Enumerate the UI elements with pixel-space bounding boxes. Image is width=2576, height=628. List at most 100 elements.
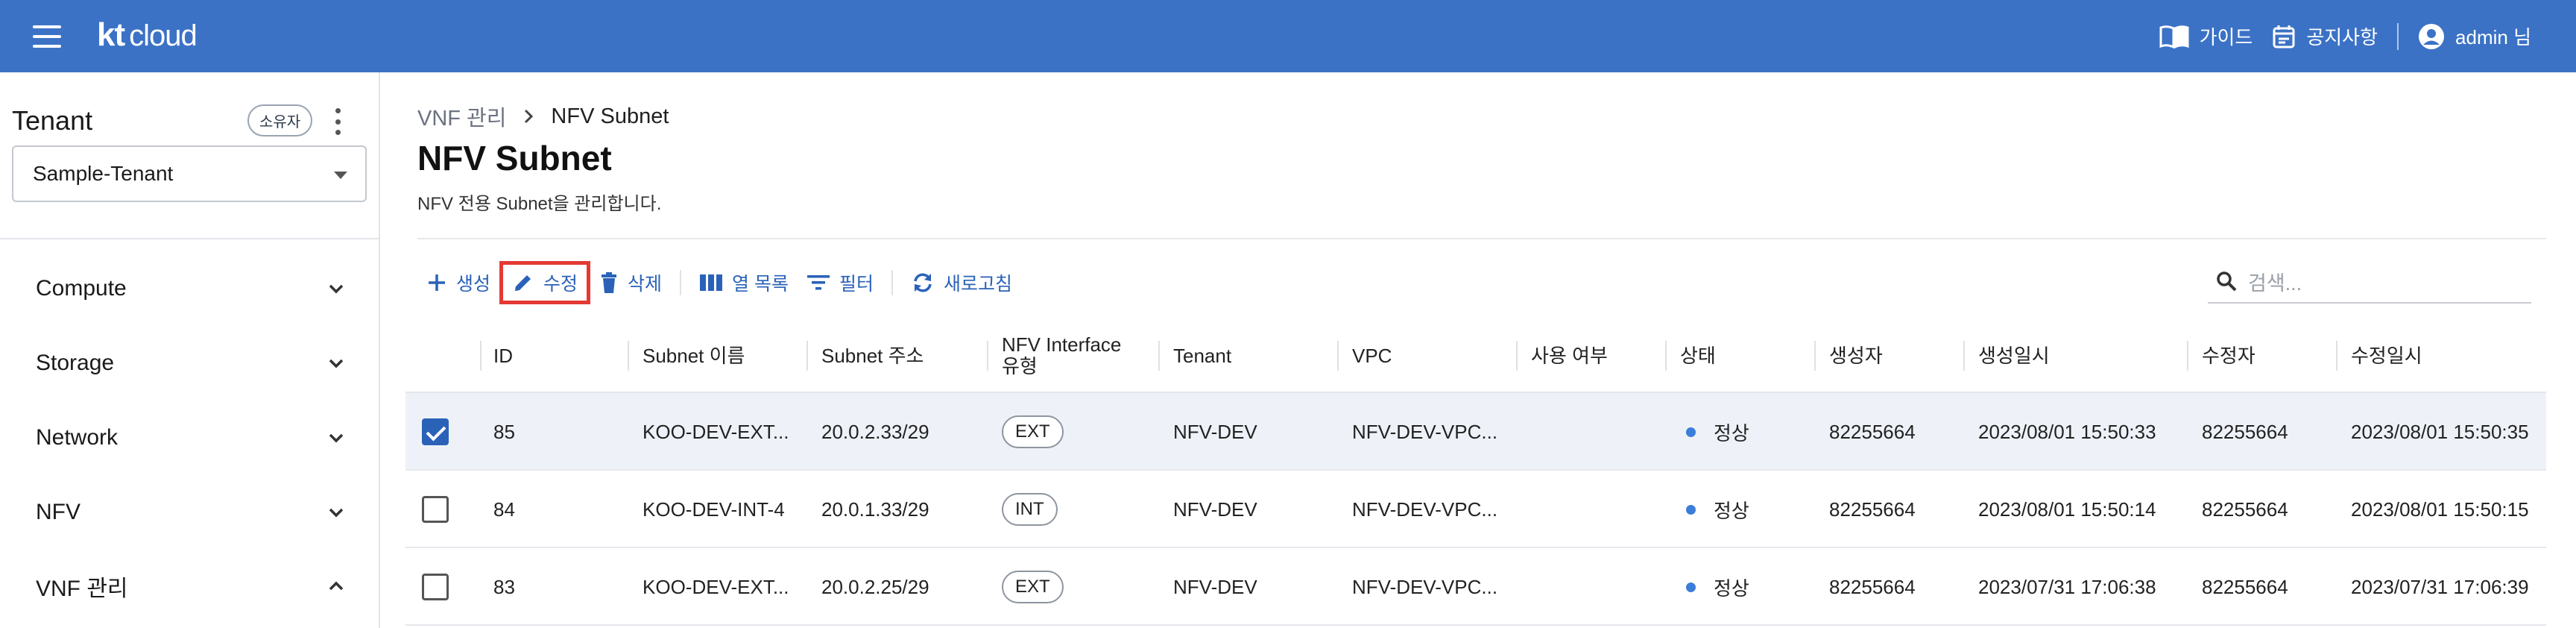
columns-button[interactable]: 열 목록 bbox=[690, 262, 798, 304]
user-menu[interactable]: admin 님 bbox=[2418, 22, 2531, 50]
header-creator[interactable]: 생성자 bbox=[1829, 318, 1883, 393]
sidebar-item-vnf-management[interactable]: VNF 관리 bbox=[36, 564, 349, 609]
cell-status: 정상 bbox=[1686, 393, 1749, 471]
breadcrumb: VNF 관리 NFV Subnet bbox=[417, 101, 669, 132]
chevron-up-icon bbox=[329, 581, 344, 591]
breadcrumb-parent[interactable]: VNF 관리 bbox=[417, 101, 506, 132]
filter-icon bbox=[807, 275, 830, 290]
kt-cloud-logo[interactable]: kt cloud bbox=[97, 16, 198, 54]
row-checkbox[interactable] bbox=[422, 418, 449, 445]
header-nfv-interface-line2: 유형 bbox=[1002, 355, 1038, 377]
edit-button[interactable]: 수정 bbox=[499, 261, 591, 304]
column-separator bbox=[987, 341, 988, 371]
row-checkbox[interactable] bbox=[422, 496, 449, 523]
header-id[interactable]: ID bbox=[493, 318, 513, 393]
tenant-title: Tenant bbox=[12, 105, 93, 136]
toolbar-divider bbox=[680, 270, 682, 295]
cell-modified-at: 2023/07/31 17:06:39 bbox=[2351, 575, 2529, 598]
header-vpc[interactable]: VPC bbox=[1352, 318, 1392, 393]
sidebar-item-label: VNF 관리 bbox=[36, 577, 128, 601]
interface-type-chip: INT bbox=[1002, 493, 1058, 526]
tenant-select[interactable]: Sample-Tenant bbox=[12, 145, 367, 202]
table-row[interactable]: 84 KOO-DEV-INT-4 20.0.1.33/29 INT NFV-DE… bbox=[405, 471, 2546, 548]
logo-cloud: cloud bbox=[129, 19, 198, 52]
cell-subnet-name: KOO-DEV-EXT... bbox=[643, 420, 789, 443]
sidebar-item-label: NFV bbox=[36, 500, 80, 524]
sidebar-item-label: Compute bbox=[36, 276, 127, 301]
user-avatar-icon bbox=[2419, 23, 2445, 49]
delete-button[interactable]: 삭제 bbox=[590, 262, 671, 304]
cell-subnet-address: 20.0.2.33/29 bbox=[821, 420, 929, 443]
header-nfv-interface-type[interactable]: NFV Interface 유형 bbox=[1002, 318, 1121, 393]
toolbar-divider bbox=[891, 270, 894, 295]
guide-link[interactable]: 가이드 bbox=[2159, 22, 2253, 50]
top-bar: kt cloud 가이드 공지사항 admin 님 bbox=[0, 0, 2576, 72]
plus-icon bbox=[429, 274, 445, 291]
cell-id: 85 bbox=[493, 420, 515, 443]
top-divider bbox=[2397, 22, 2399, 50]
cell-modifier: 82255664 bbox=[2202, 497, 2288, 521]
row-checkbox[interactable] bbox=[422, 574, 449, 600]
sidebar-item-storage[interactable]: Storage bbox=[36, 341, 349, 386]
cell-created-at: 2023/08/01 15:50:33 bbox=[1978, 420, 2156, 443]
header-modified-at[interactable]: 수정일시 bbox=[2351, 318, 2422, 393]
table-row[interactable]: 85 KOO-DEV-EXT... 20.0.2.33/29 EXT NFV-D… bbox=[405, 393, 2546, 471]
column-separator bbox=[2187, 341, 2188, 371]
status-label: 정상 bbox=[1714, 577, 1749, 600]
tenant-select-value: Sample-Tenant bbox=[33, 162, 174, 185]
calendar-icon bbox=[2273, 25, 2295, 48]
filter-button[interactable]: 필터 bbox=[798, 262, 883, 304]
trash-icon bbox=[602, 272, 617, 293]
column-separator bbox=[1814, 341, 1816, 371]
header-created-at[interactable]: 생성일시 bbox=[1978, 318, 2050, 393]
sidebar-item-compute[interactable]: Compute bbox=[36, 266, 349, 311]
user-label: admin 님 bbox=[2455, 26, 2531, 48]
column-separator bbox=[1665, 341, 1667, 371]
header-subnet-name[interactable]: Subnet 이름 bbox=[643, 318, 745, 393]
logo-kt: kt bbox=[97, 16, 125, 53]
column-separator bbox=[480, 341, 482, 371]
filter-label: 필터 bbox=[839, 274, 874, 295]
status-dot-icon bbox=[1686, 582, 1696, 592]
cell-created-at: 2023/08/01 15:50:14 bbox=[1978, 497, 2156, 521]
table-row[interactable]: 83 KOO-DEV-EXT... 20.0.2.25/29 EXT NFV-D… bbox=[405, 548, 2546, 626]
header-subnet-address[interactable]: Subnet 주소 bbox=[821, 318, 924, 393]
sidebar-item-nfv[interactable]: NFV bbox=[36, 490, 349, 535]
search-input[interactable]: 검색... bbox=[2208, 260, 2531, 304]
cell-creator: 82255664 bbox=[1829, 575, 1916, 598]
notice-label: 공지사항 bbox=[2306, 26, 2378, 48]
interface-type-chip: EXT bbox=[1002, 415, 1064, 448]
cell-status: 정상 bbox=[1686, 548, 1749, 626]
chevron-down-icon bbox=[329, 433, 344, 443]
column-separator bbox=[1337, 341, 1339, 371]
status-dot-icon bbox=[1686, 427, 1696, 437]
column-separator bbox=[1963, 341, 1965, 371]
cell-vpc: NFV-DEV-VPC... bbox=[1352, 420, 1498, 443]
cell-tenant: NFV-DEV bbox=[1173, 497, 1257, 521]
cell-created-at: 2023/07/31 17:06:38 bbox=[1978, 575, 2156, 598]
chevron-right-icon bbox=[525, 109, 534, 124]
menu-icon[interactable] bbox=[33, 25, 61, 48]
cell-vpc: NFV-DEV-VPC... bbox=[1352, 575, 1498, 598]
chevron-down-icon bbox=[329, 508, 344, 518]
delete-label: 삭제 bbox=[628, 274, 663, 295]
header-in-use[interactable]: 사용 여부 bbox=[1531, 318, 1608, 393]
header-status[interactable]: 상태 bbox=[1680, 318, 1716, 393]
refresh-button[interactable]: 새로고침 bbox=[902, 262, 1021, 304]
header-modifier[interactable]: 수정자 bbox=[2202, 318, 2255, 393]
cell-id: 84 bbox=[493, 497, 515, 521]
refresh-label: 새로고침 bbox=[944, 274, 1013, 295]
notice-link[interactable]: 공지사항 bbox=[2272, 22, 2378, 50]
guide-label: 가이드 bbox=[2199, 26, 2253, 48]
status-label: 정상 bbox=[1714, 421, 1749, 445]
sidebar-item-network[interactable]: Network bbox=[36, 415, 349, 460]
more-vert-icon[interactable] bbox=[334, 108, 341, 135]
cell-tenant: NFV-DEV bbox=[1173, 420, 1257, 443]
create-button[interactable]: 생성 bbox=[417, 262, 499, 304]
column-view-icon bbox=[700, 274, 723, 291]
header-tenant[interactable]: Tenant bbox=[1173, 318, 1231, 393]
columns-label: 열 목록 bbox=[732, 274, 789, 295]
owner-badge: 소유자 bbox=[247, 104, 313, 136]
cell-modifier: 82255664 bbox=[2202, 575, 2288, 598]
cell-modified-at: 2023/08/01 15:50:15 bbox=[2351, 497, 2529, 521]
